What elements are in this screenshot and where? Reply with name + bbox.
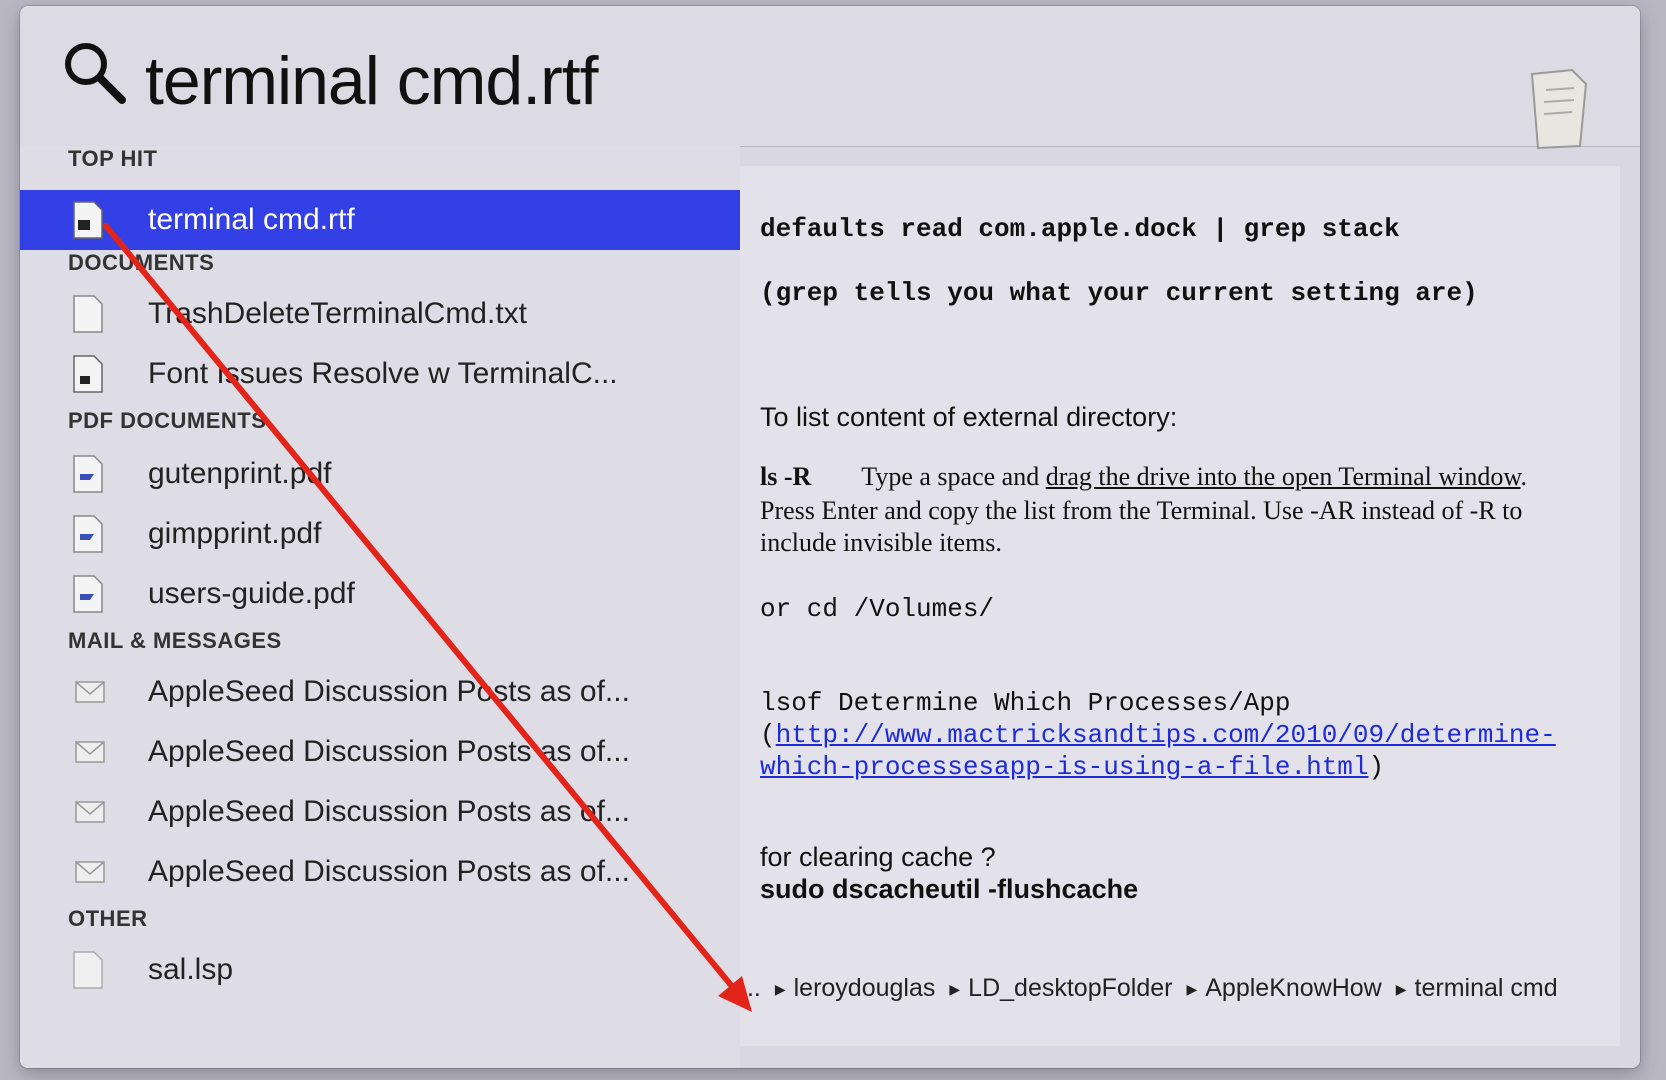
- rtf-document-icon: [73, 355, 103, 393]
- result-label: users-guide.pdf: [148, 577, 355, 610]
- url-link[interactable]: which-processesapp-is-using-a-file.html: [760, 752, 1369, 782]
- path-segment[interactable]: LD_desktopFolder: [968, 974, 1172, 1002]
- result-label: gutenprint.pdf: [148, 457, 332, 490]
- pdf-document-icon: [73, 575, 103, 613]
- result-pdf[interactable]: users-guide.pdf: [20, 564, 740, 624]
- url-link[interactable]: http://www.mactricksandtips.com/2010/09/…: [776, 720, 1556, 750]
- preview-line: or cd /Volumes/: [760, 594, 995, 624]
- preview-line: ls -R Type a space and drag the drive int…: [760, 462, 1527, 492]
- preview-text: .: [1520, 462, 1527, 491]
- paren: (: [760, 720, 776, 750]
- preview-pane: defaults read com.apple.dock | grep stac…: [740, 166, 1620, 1046]
- section-header-documents: DOCUMENTS: [68, 250, 215, 275]
- section-header-mail-messages: MAIL & MESSAGES: [68, 628, 282, 653]
- preview-line: for clearing cache ?: [760, 842, 996, 872]
- envelope-icon: [75, 861, 105, 883]
- search-bar: terminal cmd.rtf: [20, 6, 1640, 150]
- rtf-document-icon: [73, 201, 103, 239]
- preview-line: Press Enter and copy the list from the T…: [760, 496, 1523, 525]
- preview-heading: To list content of external directory:: [760, 402, 1178, 432]
- pdf-document-icon: [73, 515, 103, 553]
- result-label: terminal cmd.rtf: [148, 203, 355, 236]
- preview-url-line: (http://www.mactricksandtips.com/2010/09…: [760, 720, 1556, 750]
- result-label: AppleSeed Discussion Posts as of...: [148, 675, 630, 708]
- preview-text: Type a space and: [861, 462, 1046, 491]
- result-label: Font Issues Resolve w TerminalC...: [148, 357, 618, 390]
- section-header-top-hit: TOP HIT: [68, 146, 158, 171]
- envelope-icon: [75, 801, 105, 823]
- path-segment[interactable]: ...: [740, 974, 761, 1002]
- section-header-other: OTHER: [68, 906, 148, 931]
- document-preview-icon: [1530, 68, 1588, 150]
- path-separator-icon: ▶: [1395, 980, 1407, 997]
- pdf-document-icon: [73, 455, 103, 493]
- path-separator-icon: ▶: [774, 980, 786, 997]
- path-separator-icon: ▶: [949, 980, 961, 997]
- ls-command: ls -R: [760, 462, 812, 491]
- result-mail[interactable]: AppleSeed Discussion Posts as of...: [20, 722, 740, 782]
- envelope-icon: [75, 681, 105, 703]
- result-top-hit[interactable]: terminal cmd.rtf: [20, 190, 740, 250]
- result-mail[interactable]: AppleSeed Discussion Posts as of...: [20, 782, 740, 842]
- path-segment[interactable]: AppleKnowHow: [1205, 974, 1382, 1002]
- preview-line: defaults read com.apple.dock | grep stac…: [760, 214, 1400, 244]
- spotlight-window: terminal cmd.rtf TOP HIT terminal cmd.rt…: [20, 6, 1640, 1068]
- preview-line: (grep tells you what your current settin…: [760, 278, 1478, 308]
- section-header-pdf-documents: PDF DOCUMENTS: [68, 408, 267, 433]
- preview-underlined-text: drag the drive into the open Terminal wi…: [1045, 462, 1521, 491]
- path-bar: ... ▶ leroydouglas ▶ LD_desktopFolder ▶ AppleK…: [740, 974, 1620, 1014]
- preview-line: lsof Determine Which Processes/App: [760, 688, 1291, 718]
- result-document[interactable]: TrashDeleteTerminalCmd.txt: [20, 284, 740, 344]
- generic-file-icon: [73, 951, 103, 989]
- text-document-icon: [73, 295, 103, 333]
- result-pdf[interactable]: gutenprint.pdf: [20, 444, 740, 504]
- result-label: AppleSeed Discussion Posts as of...: [148, 855, 630, 888]
- search-icon: [65, 43, 126, 104]
- path-segment[interactable]: leroydouglas: [794, 974, 936, 1002]
- results-list: TOP HIT terminal cmd.rtf DOCUMENTS Trash…: [20, 146, 740, 1068]
- result-label: AppleSeed Discussion Posts as of...: [148, 795, 630, 828]
- result-label: TrashDeleteTerminalCmd.txt: [148, 297, 527, 330]
- search-input[interactable]: terminal cmd.rtf: [145, 42, 599, 120]
- envelope-icon: [75, 741, 105, 763]
- result-label: sal.lsp: [148, 953, 234, 986]
- result-other[interactable]: sal.lsp: [20, 940, 740, 1000]
- path-separator-icon: ▶: [1186, 980, 1198, 997]
- preview-url-line: which-processesapp-is-using-a-file.html): [760, 752, 1384, 782]
- preview-command: sudo dscacheutil -flushcache: [760, 874, 1139, 904]
- preview-line: include invisible items.: [760, 528, 1002, 557]
- result-document[interactable]: Font Issues Resolve w TerminalC...: [20, 344, 740, 404]
- path-segment[interactable]: terminal cmd: [1415, 974, 1558, 1002]
- result-pdf[interactable]: gimpprint.pdf: [20, 504, 740, 564]
- result-label: gimpprint.pdf: [148, 517, 322, 550]
- paren: ): [1368, 752, 1385, 782]
- result-mail[interactable]: AppleSeed Discussion Posts as of...: [20, 842, 740, 902]
- result-label: AppleSeed Discussion Posts as of...: [148, 735, 630, 768]
- result-mail[interactable]: AppleSeed Discussion Posts as of...: [20, 662, 740, 722]
